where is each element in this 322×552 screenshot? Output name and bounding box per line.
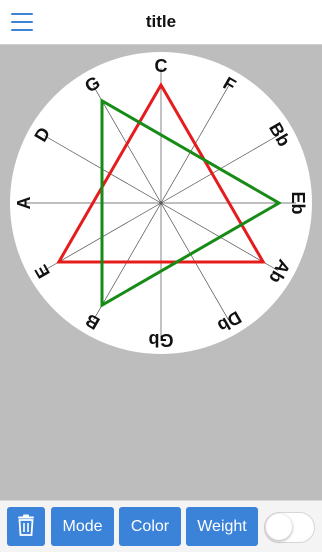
color-button[interactable]: Color <box>119 507 181 546</box>
circle-of-fifths-wheel[interactable]: CFBbEbAbDbGbBEADG <box>0 45 322 500</box>
toggle-knob <box>266 514 292 540</box>
page-title: title <box>145 12 177 31</box>
note-label-gb[interactable]: Gb <box>148 330 173 350</box>
weight-button[interactable]: Weight <box>186 507 258 546</box>
bottom-toolbar: Mode Color Weight <box>0 500 322 552</box>
nav-bar: title <box>0 0 322 45</box>
mode-button[interactable]: Mode <box>51 507 114 546</box>
delete-button[interactable] <box>7 507 45 546</box>
circle-of-fifths-canvas[interactable]: C F Bb Eb Ab Db Gb B E A D G <box>0 45 322 500</box>
note-label-c[interactable]: C <box>155 56 168 76</box>
note-label-eb[interactable]: Eb <box>288 191 308 214</box>
note-label-a[interactable]: A <box>14 197 34 210</box>
toggle-switch[interactable] <box>264 512 315 543</box>
trash-icon <box>18 514 34 537</box>
